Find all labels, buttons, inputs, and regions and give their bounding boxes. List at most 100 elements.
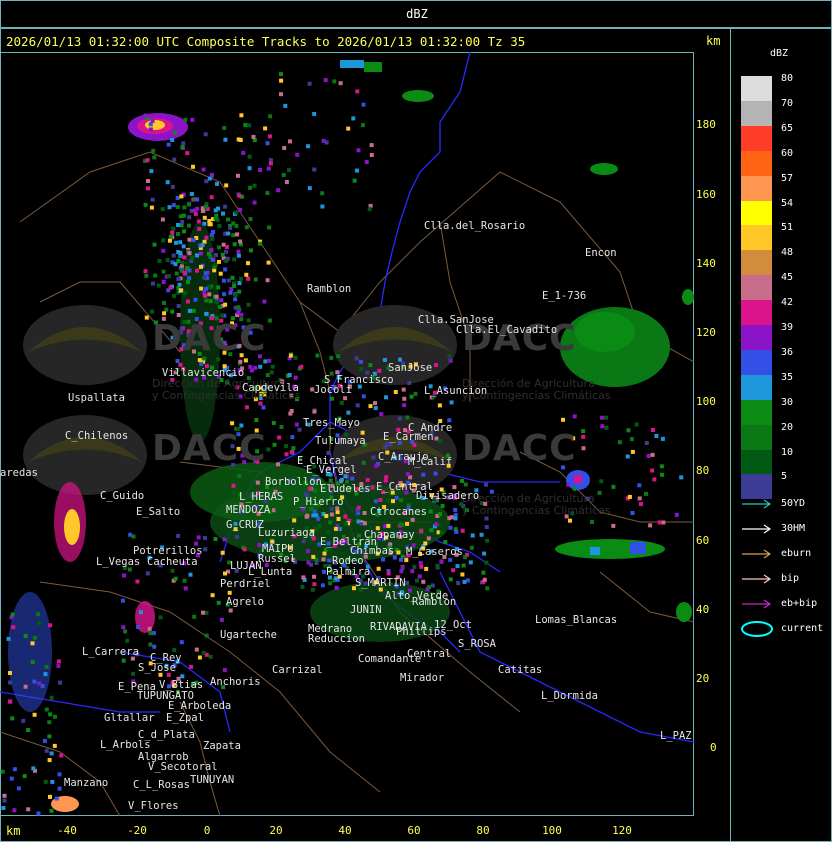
place-label: SanJose bbox=[388, 362, 433, 374]
place-label: C_Guido bbox=[100, 490, 145, 502]
place-label: Gltallar bbox=[104, 712, 155, 724]
place-label: C_L_Rosas bbox=[133, 779, 190, 791]
legend-swatch-label: 51 bbox=[781, 222, 794, 234]
place-label: Jocoli bbox=[314, 384, 352, 396]
place-label: MENDOZA bbox=[226, 504, 271, 516]
watermark-brand: DACC bbox=[462, 428, 577, 469]
track-arrow-icon bbox=[742, 549, 772, 559]
legend-swatch bbox=[741, 150, 772, 176]
place-label: Capdevila bbox=[242, 382, 299, 394]
legend-swatch-label: 48 bbox=[781, 247, 794, 259]
place-label: 12_Oct bbox=[434, 619, 472, 631]
place-label: Manzano bbox=[64, 777, 109, 789]
legend-swatch-label: 42 bbox=[781, 297, 794, 309]
legend-swatch-label: 70 bbox=[781, 97, 794, 109]
legend-swatch-label: 39 bbox=[781, 322, 794, 333]
map-caption: 2026/01/13 01:32:00 UTC Composite Tracks… bbox=[6, 34, 526, 49]
watermark-brand: DACC bbox=[152, 318, 267, 359]
legend-swatch bbox=[741, 200, 772, 226]
track-arrow-icon bbox=[742, 499, 772, 509]
legend-swatch-label: 35 bbox=[781, 371, 794, 383]
track-arrow-icon bbox=[742, 574, 772, 584]
place-label: M_Caseros bbox=[406, 546, 463, 558]
track-arrow-icon bbox=[742, 599, 772, 609]
place-label: Medrano bbox=[308, 623, 353, 635]
place-label: Villavicencio bbox=[162, 367, 245, 379]
legend-swatch-label: 36 bbox=[781, 346, 794, 358]
y-tick: 160 bbox=[696, 188, 716, 201]
watermark-brand: DACC bbox=[152, 428, 267, 469]
x-tick: -40 bbox=[57, 824, 77, 837]
y-tick: 180 bbox=[696, 118, 716, 131]
legend-track-label: 30HM bbox=[781, 523, 806, 534]
place-label: Tulumaya bbox=[315, 435, 366, 447]
place-label: Tres_Mayo bbox=[303, 417, 360, 429]
place-label: S_MARTIN bbox=[355, 577, 406, 589]
y-tick: 140 bbox=[696, 257, 716, 270]
place-label: Clla.del_Rosario bbox=[424, 220, 526, 232]
place-label: L_Dormida bbox=[541, 690, 598, 702]
km-unit-top: km bbox=[706, 34, 721, 48]
legend-swatch-label: 10 bbox=[781, 446, 794, 458]
legend-swatch bbox=[741, 374, 772, 400]
place-label: L_Arbols bbox=[100, 739, 151, 751]
top-bar: dBZ bbox=[0, 0, 832, 28]
legend-swatch bbox=[741, 76, 772, 101]
current-cell-icon bbox=[741, 621, 773, 637]
x-tick: 80 bbox=[476, 824, 490, 837]
y-tick: 40 bbox=[696, 603, 710, 616]
place-label: L_Carrera bbox=[82, 646, 139, 658]
place-label: Ramblon bbox=[412, 596, 457, 608]
legend-swatch-label: 30 bbox=[781, 396, 794, 408]
place-label: Central bbox=[407, 648, 452, 660]
place-label: L_Asuncion bbox=[424, 385, 488, 397]
legend-track-label: eb+bip bbox=[781, 598, 818, 609]
place-label: Ctrocanes bbox=[370, 506, 427, 518]
place-label: Russel bbox=[258, 553, 296, 565]
legend-swatch bbox=[741, 225, 772, 251]
y-tick: 80 bbox=[696, 464, 710, 477]
legend-swatch bbox=[741, 125, 772, 151]
legend-track-label: 50YD bbox=[781, 498, 806, 509]
y-tick: 0 bbox=[710, 741, 717, 754]
place-label: L_HERAS bbox=[239, 491, 284, 503]
legend-swatch bbox=[741, 325, 772, 350]
place-label: Carrizal bbox=[272, 664, 323, 676]
legend-swatch bbox=[741, 250, 772, 276]
legend-swatch bbox=[741, 399, 772, 425]
legend-swatch-label: 20 bbox=[781, 421, 794, 433]
place-label: S_Jose bbox=[138, 662, 176, 674]
legend-track-label: eburn bbox=[781, 548, 812, 559]
place-label: L_PAZ bbox=[660, 730, 692, 742]
x-tick: 100 bbox=[542, 824, 562, 837]
place-label: Ramblon bbox=[307, 283, 352, 295]
place-label: M_Calif bbox=[408, 456, 453, 468]
track-arrow-icon bbox=[742, 524, 772, 534]
legend-swatch bbox=[741, 300, 772, 326]
place-label: E_Arboleda bbox=[168, 700, 232, 712]
place-label: Uspallata bbox=[68, 392, 125, 404]
place-label: Ugarteche bbox=[220, 629, 277, 641]
legend-swatch-label: 80 bbox=[781, 73, 794, 84]
legend-swatch-label: 57 bbox=[781, 172, 794, 184]
x-tick: 20 bbox=[269, 824, 283, 837]
legend-swatch bbox=[741, 349, 772, 375]
legend-swatch bbox=[741, 449, 772, 475]
place-label: TUNUYAN bbox=[190, 774, 235, 786]
place-label: V_Btias bbox=[159, 679, 204, 691]
legend-swatch-label: 65 bbox=[781, 122, 794, 134]
place-label: Divisadero bbox=[416, 490, 480, 502]
y-tick: 20 bbox=[696, 672, 710, 685]
place-label: Clla.El_Cavadito bbox=[456, 324, 558, 336]
place-label: Cacheuta bbox=[147, 556, 198, 568]
place-label: E_Salto bbox=[136, 506, 181, 518]
place-label: E_1-736 bbox=[542, 290, 587, 302]
x-tick: -20 bbox=[127, 824, 147, 837]
legend-track-label: current bbox=[781, 623, 824, 634]
legend-swatch-label: 60 bbox=[781, 147, 794, 159]
place-label: Zapata bbox=[203, 740, 241, 752]
window-title: dBZ bbox=[406, 7, 428, 21]
legend-track-label: bip bbox=[781, 573, 800, 584]
place-label: Lomas_Blancas bbox=[535, 614, 618, 626]
legend-swatch-label: 45 bbox=[781, 272, 794, 284]
